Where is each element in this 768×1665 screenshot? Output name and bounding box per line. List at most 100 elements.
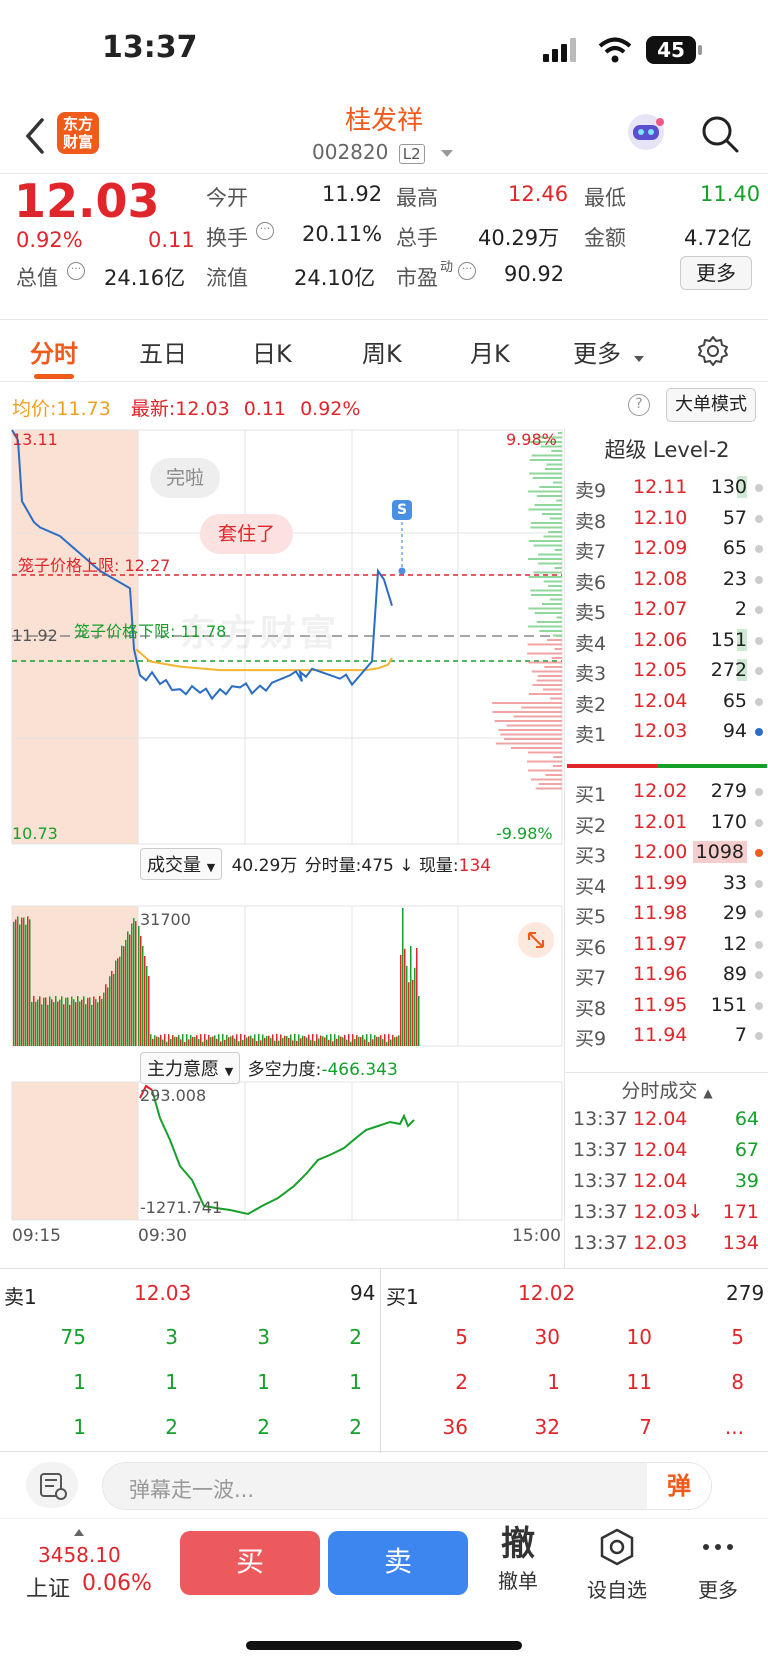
comment-bubble-1[interactable]: 完啦 bbox=[150, 458, 221, 498]
tab-more[interactable]: 更多 bbox=[573, 334, 621, 369]
ask-row[interactable]: 卖8 12.10 57 bbox=[565, 503, 768, 535]
ask-row[interactable]: 卖1 12.03 94 bbox=[565, 716, 768, 748]
more-menu-button[interactable]: 更多 bbox=[690, 1527, 746, 1603]
sell-queue-cell: 2 bbox=[349, 1415, 362, 1439]
bid-row[interactable]: 买4 11.99 33 bbox=[565, 868, 768, 900]
depth-bar bbox=[537, 553, 562, 556]
tick-time: 13:37 bbox=[573, 1108, 628, 1130]
ask-dot-icon bbox=[755, 728, 763, 736]
big-order-mode-button[interactable]: 大单模式 bbox=[666, 388, 756, 422]
index-pct: 0.06% bbox=[82, 1571, 152, 1596]
volume-bar bbox=[324, 1037, 326, 1046]
volume-bar bbox=[348, 1034, 350, 1046]
bid-row[interactable]: 买7 11.96 89 bbox=[565, 959, 768, 991]
bid-row[interactable]: 买5 11.98 29 bbox=[565, 898, 768, 930]
ask-price: 12.06 bbox=[633, 628, 688, 651]
comment-bubble-2[interactable]: 套住了 bbox=[200, 514, 294, 554]
ask-volume: 2 bbox=[734, 598, 747, 620]
volume-bar bbox=[69, 1004, 71, 1046]
danmu-settings-icon[interactable] bbox=[26, 1462, 78, 1508]
time-end: 15:00 bbox=[512, 1226, 561, 1246]
robot-assistant-icon[interactable] bbox=[624, 110, 668, 154]
volume-bar bbox=[388, 1034, 390, 1046]
settings-icon[interactable] bbox=[696, 334, 730, 368]
volume-bar bbox=[61, 996, 63, 1046]
ask-row[interactable]: 卖7 12.09 65 bbox=[565, 533, 768, 565]
depth-bar bbox=[531, 454, 562, 457]
bid-row[interactable]: 买8 11.95 151 bbox=[565, 990, 768, 1022]
ask-row[interactable]: 卖9 12.11 130 bbox=[565, 472, 768, 504]
tab-weekly[interactable]: 周K bbox=[362, 334, 402, 369]
buy-button[interactable]: 买 bbox=[180, 1531, 320, 1595]
ask-row[interactable]: 卖2 12.04 65 bbox=[565, 686, 768, 718]
level2-title: 超级 Level-2 bbox=[604, 438, 730, 462]
volume-bar bbox=[382, 1039, 384, 1046]
bid-row[interactable]: 买9 11.94 7 bbox=[565, 1020, 768, 1052]
tab-intraday[interactable]: 分时 bbox=[30, 334, 78, 369]
index-ticker[interactable]: 3458.10 上证 0.06% bbox=[22, 1529, 162, 1602]
cancel-label: 撤单 bbox=[498, 1569, 538, 1593]
volume-bar bbox=[83, 996, 85, 1046]
bid-row[interactable]: 买2 12.01 170 bbox=[565, 807, 768, 839]
tab-5day[interactable]: 五日 bbox=[139, 334, 187, 369]
volume-bar bbox=[97, 1002, 99, 1046]
cancel-order-button[interactable]: 撤 撤单 bbox=[490, 1523, 546, 1594]
volume-bar bbox=[264, 1037, 266, 1046]
volume-bar bbox=[256, 1040, 258, 1046]
intraday-chart[interactable]: 13.11 10.73 11.92 9.98% -9.98% 笼子价格上限: 1… bbox=[0, 428, 564, 1268]
info-icon[interactable]: ··· bbox=[256, 222, 274, 240]
ask-row[interactable]: 卖4 12.06 151 bbox=[565, 625, 768, 657]
volume-bar bbox=[17, 916, 19, 1046]
depth-bar bbox=[492, 711, 562, 713]
volume-bar bbox=[308, 1034, 310, 1046]
info-icon[interactable]: ··· bbox=[458, 262, 476, 280]
more-button[interactable]: 更多 bbox=[680, 256, 752, 290]
volume-bar bbox=[364, 1039, 366, 1046]
volume-bar bbox=[140, 936, 142, 1046]
bid-row[interactable]: 买3 12.00 1098 bbox=[565, 837, 768, 869]
danmu-input[interactable]: 弹幕走一波... 弹 bbox=[102, 1462, 712, 1510]
indicator-selector[interactable]: 主力意愿 ▼ bbox=[140, 1052, 241, 1084]
tick-volume: 39 bbox=[734, 1170, 759, 1192]
chart-top-pct: 9.98% bbox=[506, 430, 557, 449]
volume-bar bbox=[218, 1034, 220, 1046]
battery-level: 45 bbox=[646, 36, 696, 64]
depth-bar bbox=[528, 540, 562, 542]
tab-daily[interactable]: 日K bbox=[252, 334, 292, 369]
bid-row[interactable]: 买6 11.97 12 bbox=[565, 929, 768, 961]
add-watchlist-button[interactable]: 设自选 bbox=[582, 1527, 652, 1603]
search-icon[interactable] bbox=[700, 114, 740, 154]
stock-code-selector[interactable]: 002820 L2 bbox=[312, 140, 453, 168]
depth-bar bbox=[551, 450, 562, 452]
tab-monthly[interactable]: 月K bbox=[470, 334, 510, 369]
buy-queue-cell: 32 bbox=[534, 1415, 560, 1439]
change-value: 0.11 bbox=[148, 228, 195, 252]
bid-price: 11.95 bbox=[633, 993, 688, 1016]
bid-dot-icon bbox=[755, 910, 763, 918]
sell-signal-marker[interactable]: S bbox=[392, 500, 412, 520]
volume-bar bbox=[398, 1035, 400, 1046]
volume-selector[interactable]: 成交量 ▼ bbox=[140, 848, 223, 880]
volume-total: 40.29万 bbox=[231, 856, 298, 876]
depth-bar bbox=[530, 526, 562, 529]
help-icon[interactable]: ? bbox=[628, 394, 650, 416]
volume-minute-label: 分时量: bbox=[304, 856, 362, 876]
volume-bar bbox=[133, 918, 135, 1046]
bid-dot-icon bbox=[755, 971, 763, 979]
info-icon[interactable]: ··· bbox=[67, 262, 85, 280]
volume-bar bbox=[53, 1002, 55, 1046]
tick-row: 13:37 12.03↓ 171 bbox=[565, 1197, 768, 1229]
ticks-title[interactable]: 分时成交 ▲ bbox=[565, 1076, 768, 1103]
danmu-toggle-button[interactable]: 弹 bbox=[647, 1463, 711, 1509]
ask-row[interactable]: 卖3 12.05 272 bbox=[565, 655, 768, 687]
sell-button[interactable]: 卖 bbox=[328, 1531, 468, 1595]
volume-bar bbox=[212, 1036, 214, 1046]
volume-bar bbox=[358, 1036, 360, 1046]
bid-price: 11.99 bbox=[633, 871, 688, 894]
volume-bar bbox=[55, 996, 57, 1046]
ask-row[interactable]: 卖6 12.08 23 bbox=[565, 564, 768, 596]
volume-bar bbox=[412, 979, 414, 1046]
bid-row[interactable]: 买1 12.02 279 bbox=[565, 776, 768, 808]
expand-icon[interactable] bbox=[518, 922, 554, 958]
ask-row[interactable]: 卖5 12.07 2 bbox=[565, 594, 768, 626]
